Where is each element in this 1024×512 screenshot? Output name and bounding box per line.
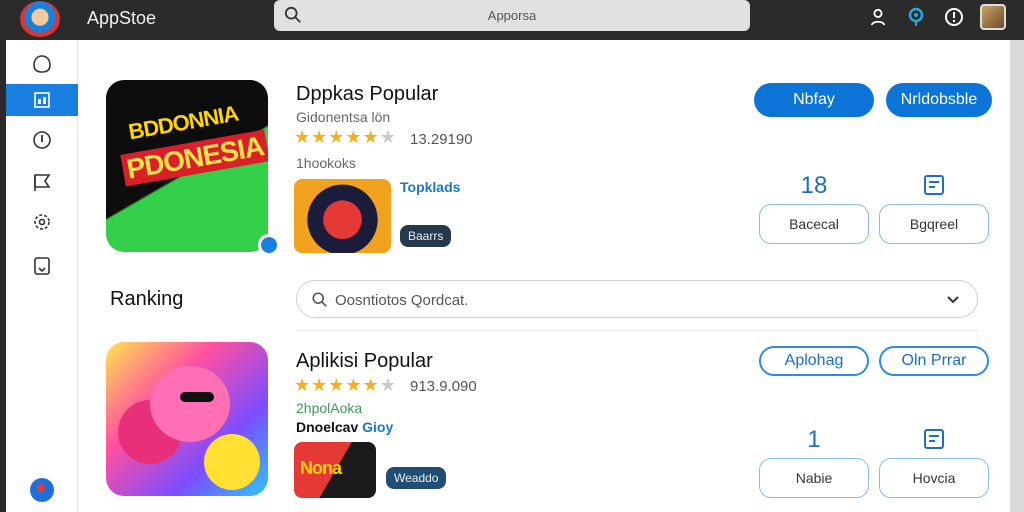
thumbnail-label: Nona: [300, 458, 342, 478]
screenshot-thumbnail[interactable]: [294, 179, 391, 253]
divider: [296, 330, 978, 331]
sidebar-item-bookmark[interactable]: [6, 250, 78, 282]
avatar[interactable]: [980, 4, 1006, 30]
search-input[interactable]: Apporsa: [274, 8, 750, 23]
stat-label[interactable]: Nabie: [759, 458, 869, 498]
title-bar: AppStoe Apporsa: [0, 0, 1024, 40]
ranking-heading: Ranking: [110, 288, 184, 310]
rating-value: 13.29190: [410, 131, 473, 148]
scrollbar[interactable]: [1010, 40, 1024, 512]
category-pill[interactable]: Weaddo: [386, 467, 447, 489]
stat-label[interactable]: Hovcia: [879, 458, 989, 498]
open-button[interactable]: Oln Prrar: [879, 346, 989, 376]
top-charts-link[interactable]: Topklads: [400, 179, 460, 195]
featured-title: Dppkas Popular: [296, 83, 439, 105]
stat-label[interactable]: Bgqreel: [879, 204, 989, 244]
sidebar-item-flag[interactable]: [6, 166, 78, 198]
publisher-line: Dnoelcav Gioy: [296, 419, 393, 435]
apply-button[interactable]: Aplohag: [759, 346, 869, 376]
verified-badge-icon: [258, 234, 280, 256]
publisher-link[interactable]: Gioy: [362, 419, 393, 435]
second-title: Aplikisi Popular: [296, 350, 433, 372]
secondary-action-button[interactable]: Nrldobsble: [886, 83, 992, 117]
app-title: AppStoe: [87, 8, 157, 28]
download-count: 1hookoks: [296, 155, 356, 171]
sidebar: [6, 40, 78, 512]
info-icon: [33, 131, 51, 149]
publisher-prefix: Dnoelcav: [296, 419, 359, 435]
document-icon: [924, 175, 944, 195]
main-content: BDDONNIA PDONESIA Dppkas Popular Gidonen…: [78, 40, 1010, 512]
stat-card-category: Hovcia: [879, 426, 989, 498]
rating-value: 913.9.090: [410, 378, 477, 395]
alert-icon[interactable]: [942, 5, 966, 29]
flag-icon: [34, 174, 51, 191]
grid-icon: [34, 92, 50, 108]
icon-smiley: [204, 434, 260, 490]
sunglasses-icon: [180, 392, 214, 402]
category-pill[interactable]: Baarrs: [400, 225, 452, 247]
bookmark-icon: [34, 257, 50, 275]
stat-card-reviews: 18 Bacecal: [759, 172, 869, 244]
featured-app-icon[interactable]: BDDONNIA PDONESIA: [106, 80, 268, 252]
featured-subtitle: Gidonentsa lön: [296, 109, 391, 125]
download-count: 2hpolAoka: [296, 400, 363, 416]
select-value: Oosntiotos Qordcat.: [335, 292, 469, 309]
icon-face: [150, 366, 230, 442]
search-bar[interactable]: Apporsa: [274, 0, 750, 31]
chevron-down-icon[interactable]: [943, 290, 963, 310]
stat-value: 1: [807, 426, 821, 453]
app-logo: [20, 1, 60, 37]
sidebar-item-grid[interactable]: [6, 84, 78, 116]
screenshot-thumbnail[interactable]: Nona: [294, 442, 376, 498]
document-icon: [924, 429, 944, 449]
stat-card-category: Bgqreel: [879, 172, 989, 244]
search-icon: [312, 292, 327, 307]
install-button[interactable]: Nbfay: [754, 83, 874, 117]
ranking-select[interactable]: Oosntiotos Qordcat.: [296, 280, 978, 318]
account-icon[interactable]: [30, 478, 54, 502]
sidebar-item-info[interactable]: [6, 124, 78, 156]
sidebar-item-settings[interactable]: [6, 206, 78, 238]
stat-value: 18: [800, 172, 828, 199]
sidebar-item-home[interactable]: [6, 48, 78, 80]
settings-icon: [34, 214, 50, 230]
home-icon: [33, 55, 51, 73]
app-window: BDDONNIA PDONESIA Dppkas Popular Gidonen…: [6, 40, 1010, 512]
location-icon[interactable]: [904, 5, 928, 29]
stat-card-reviews: 1 Nabie: [759, 426, 869, 498]
star-rating: ★★★★★★: [294, 127, 397, 147]
second-app-icon[interactable]: [106, 342, 268, 496]
top-icons: [866, 4, 1006, 30]
user-icon[interactable]: [866, 5, 890, 29]
star-rating: ★★★★★★: [294, 375, 397, 395]
stat-label[interactable]: Bacecal: [759, 204, 869, 244]
